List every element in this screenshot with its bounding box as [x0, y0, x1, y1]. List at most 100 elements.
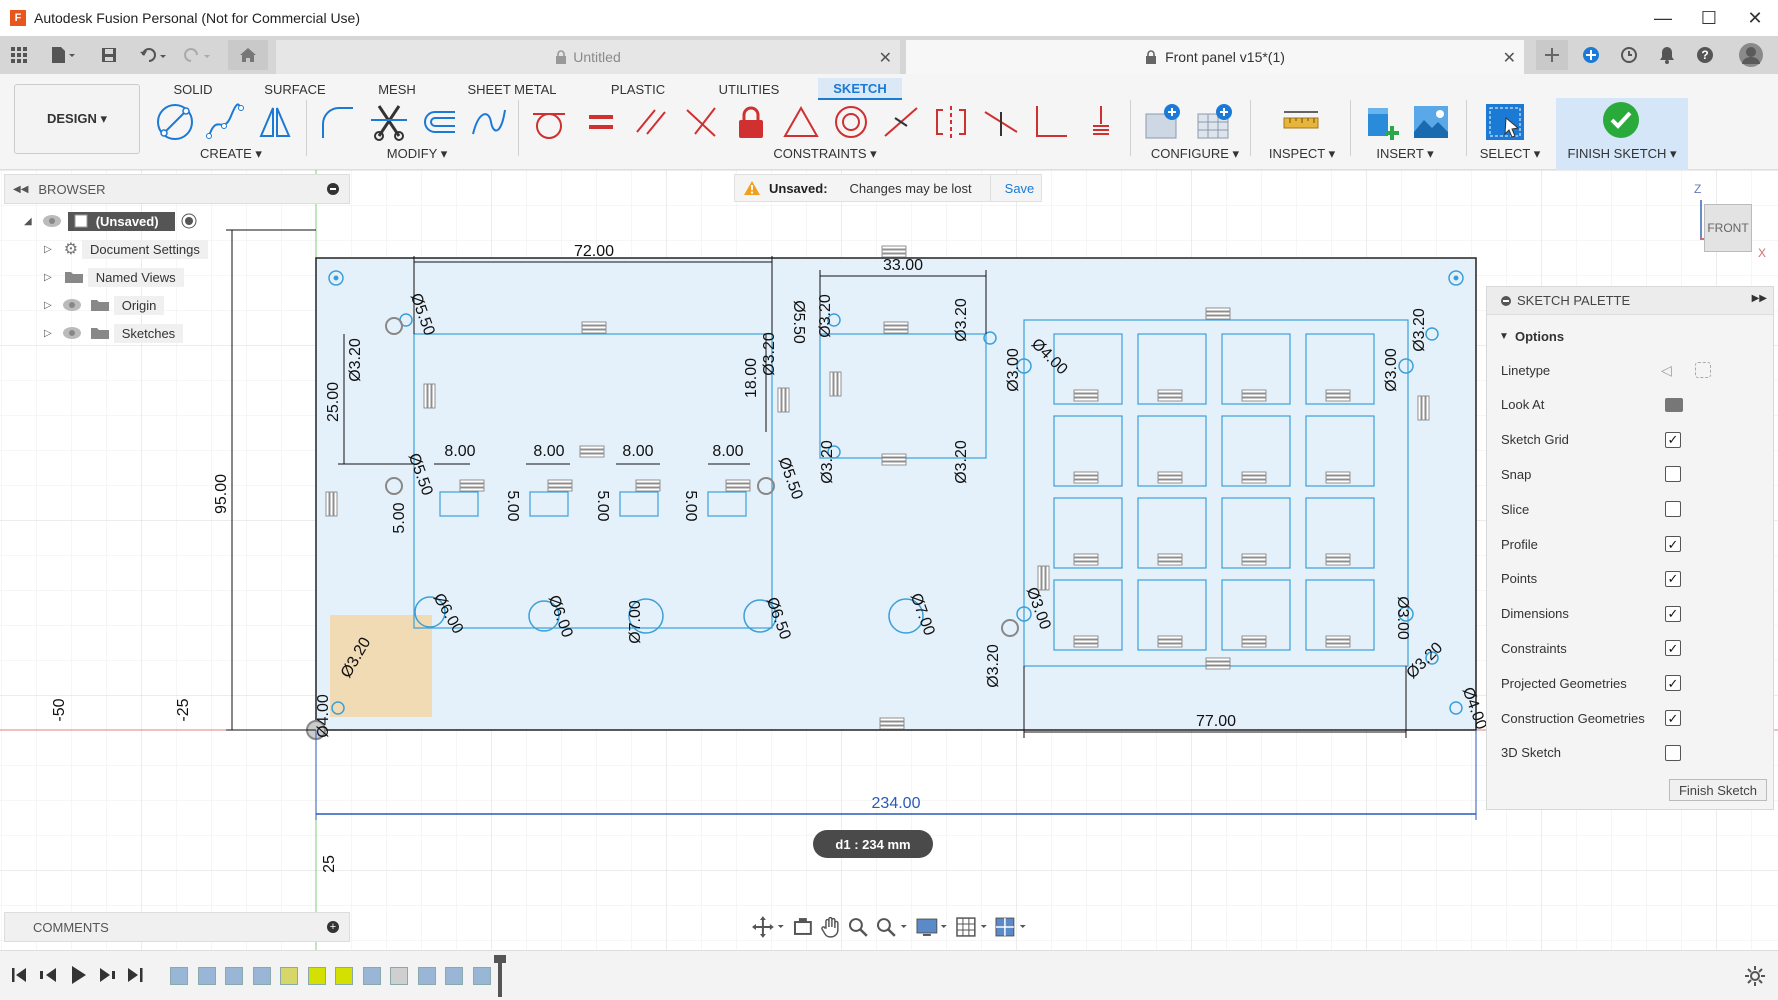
maximize-button[interactable]: ☐ [1686, 0, 1732, 36]
tab-plastic[interactable]: PLASTIC [596, 78, 680, 100]
browser-root-item[interactable]: ◢ (Unsaved) [24, 208, 197, 234]
dim-dia-3-2[interactable]: Ø3.20 [819, 440, 836, 484]
palette-options-icon[interactable] [1501, 295, 1511, 306]
linetype-centerline-icon[interactable] [1695, 362, 1711, 378]
grid-snaps-icon[interactable] [955, 916, 989, 938]
browser-panel-header[interactable]: ◀◀ BROWSER [4, 174, 350, 204]
go-to-start-icon[interactable] [12, 968, 26, 982]
configure-table-icon[interactable] [1144, 102, 1186, 142]
timeline-sketch-feature[interactable] [390, 967, 408, 985]
browser-item-document-settings[interactable]: ▷ ⚙ Document Settings [44, 236, 208, 262]
checkbox-points[interactable]: ✓ [1665, 570, 1681, 587]
file-menu-icon[interactable] [46, 44, 80, 66]
configure-rule-icon[interactable] [1194, 102, 1236, 142]
dim-8-b[interactable]: 8.00 [533, 443, 564, 460]
look-at-icon[interactable] [792, 916, 814, 938]
tab-sketch[interactable]: SKETCH [818, 78, 902, 100]
palette-row-3d-sketch[interactable]: 3D Sketch [1487, 738, 1773, 768]
fix-constraint-icon[interactable] [730, 102, 772, 142]
palette-row-snap[interactable]: Snap [1487, 459, 1773, 489]
step-back-icon[interactable] [40, 968, 56, 982]
browser-item-named-views[interactable]: ▷ Named Views [44, 264, 184, 290]
measure-tool-icon[interactable] [1280, 102, 1322, 142]
dim-dia-3-2[interactable]: Ø3.20 [761, 332, 778, 376]
parallel-constraint-icon[interactable] [630, 102, 672, 142]
checkbox-dimensions[interactable]: ✓ [1665, 605, 1681, 622]
tab-sheet-metal[interactable]: SHEET METAL [454, 78, 570, 100]
viewports-icon[interactable] [994, 916, 1028, 938]
spline-tool-icon[interactable] [204, 102, 246, 142]
tab-front-panel[interactable]: Front panel v15*(1) ✕ [906, 40, 1524, 74]
sketch-palette-header[interactable]: SKETCH PALETTE ▶▶ [1487, 287, 1773, 315]
checkbox-profile[interactable]: ✓ [1665, 536, 1681, 552]
checkbox-projected-geometries[interactable]: ✓ [1665, 675, 1681, 692]
timeline-sketch-feature[interactable] [225, 967, 243, 985]
timeline-sketch-feature[interactable] [335, 967, 353, 985]
notifications-icon[interactable] [1656, 44, 1678, 66]
activate-radio-icon[interactable] [181, 213, 197, 229]
comments-panel-header[interactable]: COMMENTS + [4, 912, 350, 942]
mirror-tool-icon[interactable] [254, 102, 296, 142]
pan-hand-icon[interactable] [820, 916, 842, 938]
checkbox-3d-sketch[interactable] [1665, 744, 1681, 761]
dim-dia-3-2[interactable]: Ø3.20 [347, 338, 364, 382]
checkbox-construction-geometries[interactable]: ✓ [1665, 710, 1681, 726]
equal-constraint-icon[interactable] [580, 102, 622, 142]
browser-item-origin[interactable]: ▷ Origin [44, 292, 165, 318]
timeline-sketch-feature[interactable] [280, 967, 298, 985]
perpendicular-constraint-icon[interactable] [680, 102, 722, 142]
design-workspace-button[interactable]: DESIGN ▾ [14, 84, 140, 154]
palette-row-points[interactable]: Points ✓ [1487, 564, 1773, 594]
dim-dia-3[interactable]: Ø3.00 [1383, 348, 1400, 392]
checkbox-constraints[interactable]: ✓ [1665, 640, 1681, 657]
linetype-construction-icon[interactable]: ◁ [1661, 362, 1672, 379]
dim-dia-3[interactable]: Ø3.00 [1005, 348, 1022, 392]
dim-dia-7[interactable]: Ø7.00 [627, 600, 644, 644]
options-section-header[interactable]: ▼ Options [1487, 321, 1773, 351]
new-tab-icon[interactable] [1536, 40, 1568, 70]
checkbox-slice[interactable] [1665, 501, 1681, 518]
extensions-icon[interactable] [1580, 44, 1602, 66]
dim-dia-3-2[interactable]: Ø3.20 [953, 298, 970, 342]
tab-surface[interactable]: SURFACE [254, 78, 336, 100]
view-cube-front-face[interactable]: FRONT [1704, 204, 1752, 252]
play-icon[interactable] [72, 966, 86, 984]
select-menu[interactable]: SELECT ▾ [1470, 146, 1550, 162]
step-forward-icon[interactable] [100, 968, 115, 982]
dim-5-d[interactable]: 5.00 [682, 490, 699, 521]
dim-dia-3[interactable]: Ø3.00 [1394, 596, 1411, 640]
dim-dia-3-2[interactable]: Ø3.20 [953, 440, 970, 484]
select-tool-icon[interactable] [1484, 102, 1526, 142]
tab-mesh[interactable]: MESH [362, 78, 432, 100]
redo-icon[interactable] [180, 44, 216, 66]
help-icon[interactable]: ? [1694, 44, 1716, 66]
expand-arrow-icon[interactable]: ▷ [44, 272, 52, 283]
checkbox-sketch-grid[interactable]: ✓ [1665, 431, 1681, 448]
dim-33[interactable]: 33.00 [883, 257, 923, 274]
create-menu[interactable]: CREATE ▾ [176, 146, 286, 162]
zoom-window-icon[interactable] [875, 916, 909, 938]
dim-18[interactable]: 18.00 [743, 358, 760, 398]
symmetry-constraint-icon[interactable] [930, 102, 972, 142]
insert-menu[interactable]: INSERT ▾ [1358, 146, 1452, 162]
expand-arrow-icon[interactable]: ▷ [44, 328, 52, 339]
dim-dia-3-2[interactable]: Ø3.20 [985, 644, 1002, 688]
timeline-sketch-feature[interactable] [307, 967, 326, 985]
midpoint-constraint-icon[interactable] [880, 102, 922, 142]
inspect-menu[interactable]: INSPECT ▾ [1256, 146, 1348, 162]
app-grid-icon[interactable] [8, 44, 30, 66]
palette-row-constraints[interactable]: Constraints ✓ [1487, 633, 1773, 663]
line-tool-icon[interactable] [154, 102, 196, 142]
palette-row-slice[interactable]: Slice [1487, 494, 1773, 524]
checkbox-snap[interactable] [1665, 466, 1681, 483]
insert-derive-icon[interactable] [1362, 102, 1404, 142]
expand-arrow-icon[interactable]: ▷ [44, 244, 52, 255]
eye-icon[interactable] [42, 214, 62, 228]
close-tab-untitled-icon[interactable]: ✕ [879, 48, 892, 68]
close-tab-front-panel-icon[interactable]: ✕ [1503, 48, 1516, 68]
timeline-sketch-feature[interactable] [362, 967, 381, 985]
palette-row-construction-geometries[interactable]: Construction Geometries ✓ [1487, 703, 1773, 733]
modify-menu[interactable]: MODIFY ▾ [362, 146, 472, 162]
tangent-constraint-icon[interactable] [528, 102, 570, 142]
zoom-icon[interactable] [847, 916, 869, 938]
